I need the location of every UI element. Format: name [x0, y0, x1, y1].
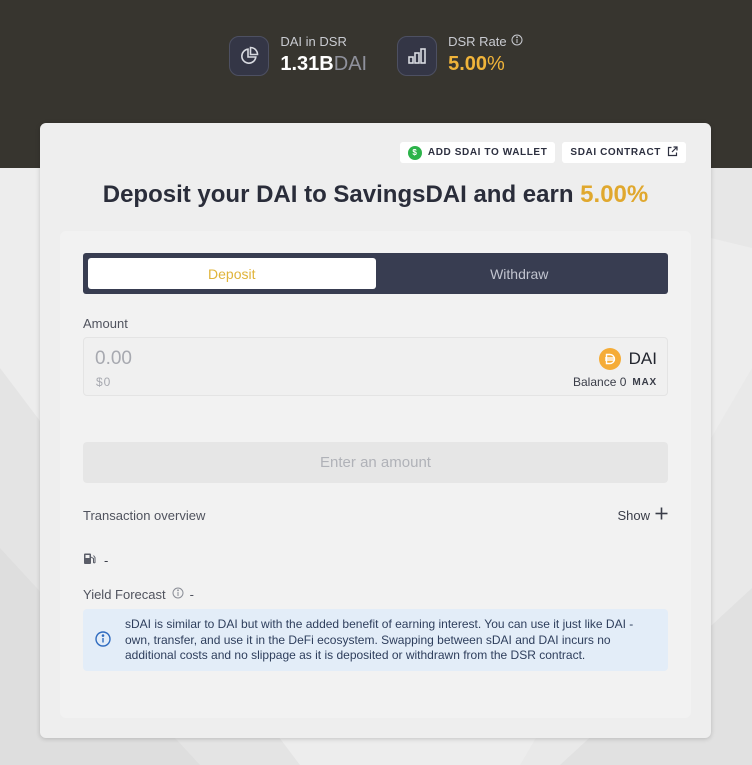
amount-field-box: $0 DAI Balance 0 MAX: [83, 337, 668, 396]
show-label: Show: [617, 507, 650, 523]
show-details-button[interactable]: Show: [617, 507, 668, 523]
plus-icon: [655, 507, 668, 523]
gas-pump-icon: [83, 552, 96, 568]
deposit-form: Deposit Withdraw Amount $0 DAI Balance 0…: [60, 231, 691, 718]
dai-in-dsr-stat: DAI in DSR 1.31BDAI: [229, 34, 367, 77]
dsr-rate-label: DSR Rate: [448, 34, 523, 50]
sdai-info-alert: sDAI is similar to DAI but with the adde…: [83, 609, 668, 671]
token-name: DAI: [628, 349, 657, 368]
dai-in-dsr-label: DAI in DSR: [280, 34, 347, 49]
tab-deposit[interactable]: Deposit: [88, 258, 376, 289]
yield-info-icon[interactable]: [172, 587, 184, 602]
max-button[interactable]: MAX: [632, 377, 657, 388]
external-link-icon: [667, 145, 678, 160]
gas-value: -: [104, 552, 109, 568]
add-sdai-to-wallet-button[interactable]: $ ADD SDAI TO WALLET: [399, 142, 556, 163]
yield-forecast-row: Yield Forecast -: [83, 587, 194, 602]
gas-estimate-row: -: [83, 552, 108, 568]
balance-row: Balance 0 MAX: [573, 375, 657, 389]
page-title: Deposit your DAI to SavingsDAI and earn …: [40, 181, 711, 209]
tab-withdraw[interactable]: Withdraw: [376, 258, 664, 289]
contract-label: SDAI CONTRACT: [570, 147, 661, 158]
enter-amount-button[interactable]: Enter an amount: [83, 442, 668, 483]
rate-number: 5.00: [448, 53, 488, 75]
transaction-overview-label: Transaction overview: [83, 508, 206, 523]
dai-in-dsr-value: 1.31BDAI: [280, 51, 367, 77]
amount-label: Amount: [83, 316, 128, 331]
dsr-amount: 1.31B: [280, 53, 334, 75]
card-actions: $ ADD SDAI TO WALLET SDAI CONTRACT: [399, 142, 686, 163]
dsr-rate-stat: DSR Rate 5.00%: [397, 34, 523, 77]
add-wallet-label: ADD SDAI TO WALLET: [427, 147, 548, 158]
sdai-token-icon: $: [407, 145, 422, 160]
sdai-contract-link[interactable]: SDAI CONTRACT: [562, 142, 686, 163]
yield-forecast-label: Yield Forecast: [83, 587, 166, 602]
stats-row: DAI in DSR 1.31BDAI DSR Rate 5.00%: [0, 34, 752, 77]
dsr-rate-label-text: DSR Rate: [448, 34, 507, 49]
dsr-unit: DAI: [333, 53, 368, 75]
bar-chart-icon: [397, 35, 438, 76]
dsr-rate-value: 5.00%: [448, 51, 523, 77]
amount-input[interactable]: [95, 347, 395, 371]
info-circle-icon[interactable]: [511, 34, 523, 50]
info-text: sDAI is similar to DAI but with the adde…: [125, 617, 634, 662]
yield-forecast-value: -: [189, 587, 194, 602]
title-text: Deposit your DAI to SavingsDAI and earn: [102, 181, 581, 208]
balance-text: Balance 0: [573, 375, 627, 389]
pie-chart-icon: [229, 35, 270, 76]
tab-switcher: Deposit Withdraw: [83, 253, 668, 294]
usd-value: $0: [96, 375, 112, 389]
info-icon: [95, 631, 111, 652]
dai-token-icon: [598, 348, 621, 370]
token-selector: DAI: [598, 348, 657, 370]
title-rate: 5.00%: [580, 181, 649, 208]
rate-unit: %: [487, 53, 505, 75]
deposit-card: $ ADD SDAI TO WALLET SDAI CONTRACT Depos…: [40, 123, 711, 738]
